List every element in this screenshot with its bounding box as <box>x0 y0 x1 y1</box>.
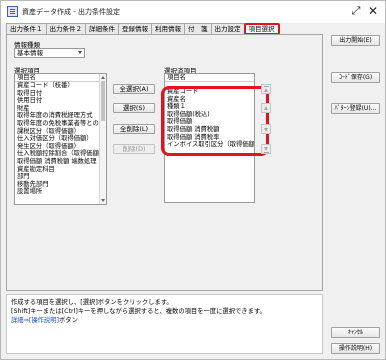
list-item[interactable]: 資産コード（枝番） <box>15 82 106 90</box>
output-start-button[interactable]: 出力開始(E) <box>331 35 380 46</box>
app-icon <box>7 6 18 17</box>
help-text-area: 作成する項目を選択し、[選択]ボタンをクリックします。 [Shift]キーまたは… <box>6 294 323 354</box>
select-all-button[interactable]: 全選択(A) <box>113 84 155 94</box>
list-item[interactable]: 部門 <box>15 173 106 181</box>
available-list-header: 項目名 <box>15 74 106 82</box>
tab-detail-condition[interactable]: 詳細条件 <box>85 23 119 34</box>
move-to-top-button[interactable] <box>261 84 271 94</box>
scroll-thumb[interactable] <box>101 81 105 121</box>
tab-registration-info[interactable]: 登録情報 <box>118 23 152 34</box>
tab-output-settings[interactable]: 出力設定 <box>210 23 245 34</box>
tab-bar: 出力条件１ 出力条件２ 詳細条件 登録情報 利用情報 付 箋 出力設定 項目選択 <box>6 23 280 35</box>
move-to-bottom-button[interactable] <box>261 144 271 154</box>
tab-output-condition-2[interactable]: 出力条件２ <box>45 23 86 34</box>
scroll-down-icon[interactable] <box>101 199 105 202</box>
list-item[interactable]: 取得価額 消費税額 端数処理 <box>15 158 106 166</box>
list-item[interactable]: 仕入税額控除割合（取得価額） <box>15 150 106 158</box>
info-type-select[interactable]: 基本情報 <box>14 48 85 58</box>
list-item[interactable]: 仕入対価区分（取得価額） <box>15 135 106 143</box>
help-line-1: 作成する項目を選択し、[選択]ボタンをクリックします。 <box>11 299 173 306</box>
list-item[interactable]: 取得年度の消費税経理方式 <box>15 112 106 120</box>
move-top-icon <box>264 86 269 87</box>
help-line-3: 詳細⇒[操作説明]ボタン <box>11 316 318 325</box>
move-bottom-icon <box>264 147 268 151</box>
pattern-register-button[interactable]: ﾊﾟﾀｰﾝ登録(U)... <box>331 103 380 114</box>
tab-sticky-note[interactable]: 付 箋 <box>184 23 212 34</box>
chevron-down-icon <box>78 51 82 54</box>
selected-list-header: 項目名 <box>165 74 254 82</box>
list-item[interactable]: 設置場所 <box>15 188 106 196</box>
info-type-value: 基本情報 <box>17 49 43 57</box>
tab-usage-info[interactable]: 利用情報 <box>151 23 185 34</box>
window-title: 資産データ作成 - 出力条件設定 <box>22 8 120 16</box>
dialog-window: 資産データ作成 - 出力条件設定 ⤢ ✕ 出力条件１ 出力条件２ 詳細条件 登録… <box>0 0 386 360</box>
select-button[interactable]: 選択(S) <box>113 103 155 113</box>
remove-button[interactable]: 削除(D) <box>113 144 155 154</box>
code-save-button[interactable]: ｺｰﾄﾞ保存(G) <box>331 72 380 83</box>
list-item[interactable]: 資産勘定科目 <box>15 166 106 174</box>
remove-all-button[interactable]: 全削除(L) <box>113 124 155 134</box>
available-list-scrollbar[interactable] <box>99 74 106 204</box>
close-icon[interactable]: ✕ <box>367 4 379 18</box>
list-item[interactable]: 供用日付 <box>15 97 106 105</box>
help-button[interactable]: 操作説明(H) <box>331 343 380 354</box>
scroll-up-icon[interactable] <box>101 76 105 79</box>
arrow-down-icon <box>264 128 268 132</box>
title-bar: 資産データ作成 - 出力条件設定 ⤢ ✕ <box>1 1 385 23</box>
help-line-3-text: ボタン <box>58 317 78 324</box>
move-up-button[interactable] <box>261 103 271 113</box>
help-line-2: [Shift]キーまたは[Ctrl]キーを押しながら選択すると、複数の項目を一度… <box>11 308 266 315</box>
cancel-button[interactable]: ｷｬﾝｾﾙ <box>331 327 380 338</box>
arrow-up-icon <box>264 106 268 110</box>
expand-icon[interactable]: ⤢ <box>350 5 362 17</box>
selected-items-highlight <box>161 86 269 156</box>
tab-output-condition-1[interactable]: 出力条件１ <box>6 23 47 34</box>
help-detail-link[interactable]: 詳細⇒[操作説明] <box>11 317 59 324</box>
list-item[interactable]: 取得年度の免税事業者等との取 <box>15 120 106 128</box>
available-items-list[interactable]: 項目名 資産コード（枝番） 取得日付 供用日付 財産 取得年度の消費税経理方式 … <box>14 73 107 205</box>
move-down-button[interactable] <box>261 124 271 134</box>
